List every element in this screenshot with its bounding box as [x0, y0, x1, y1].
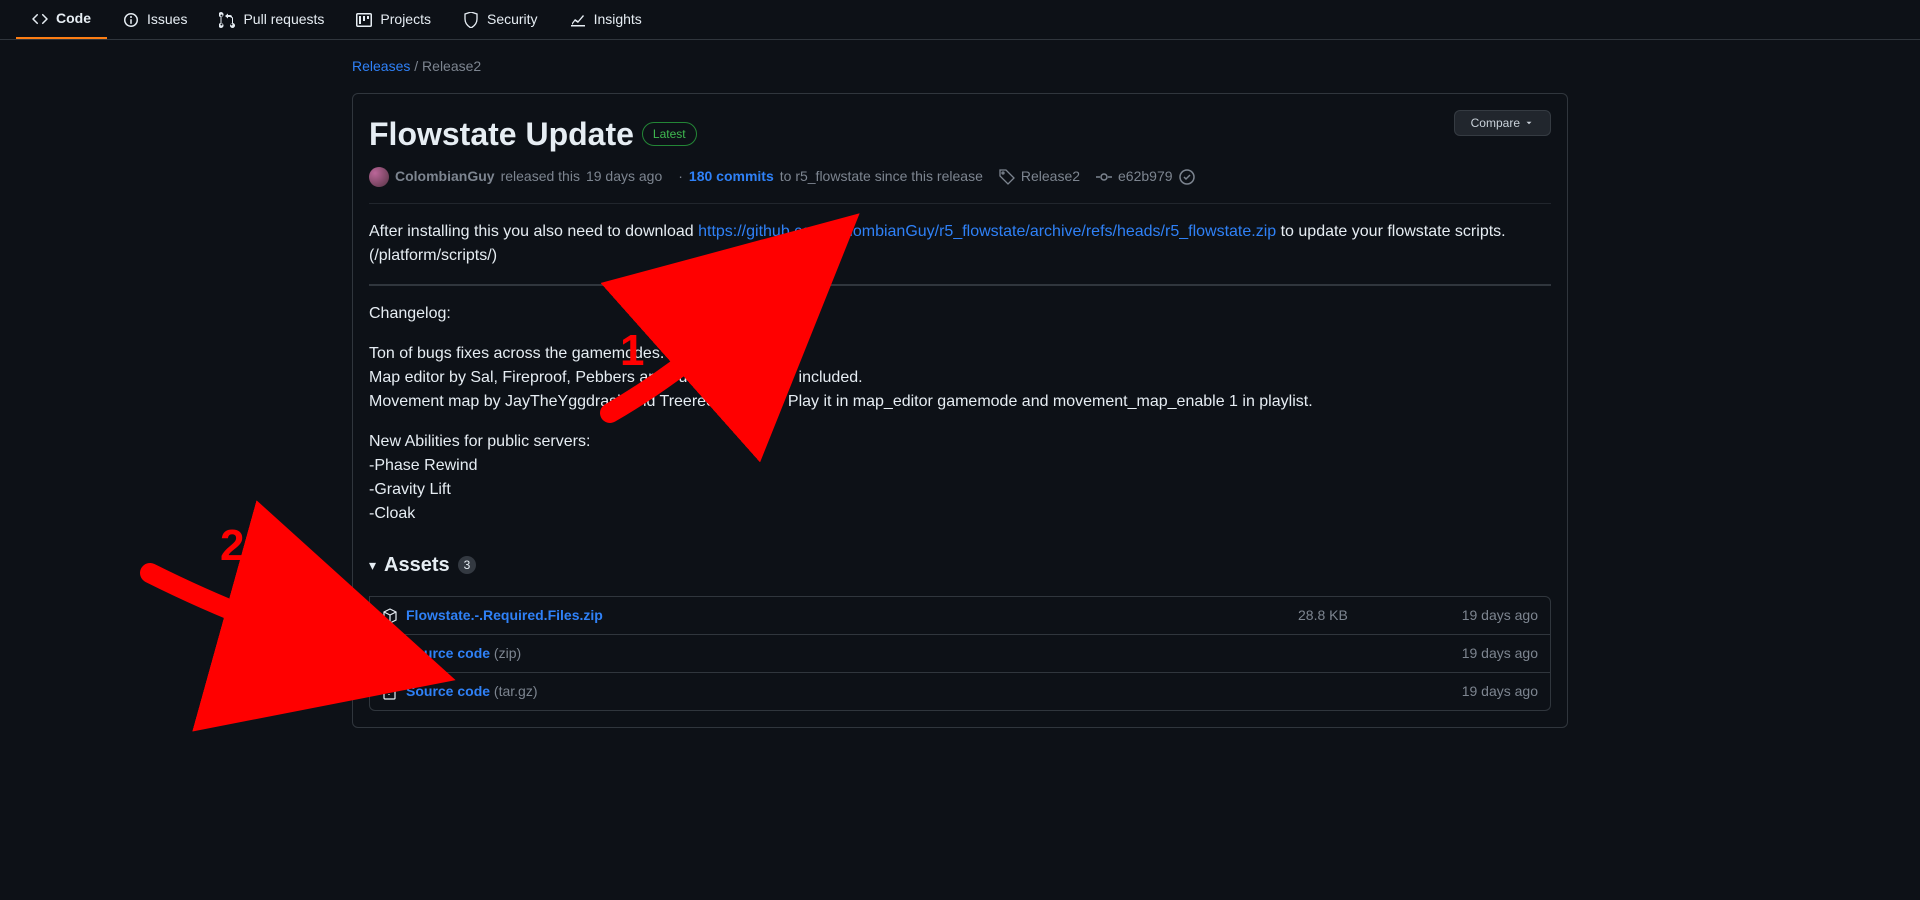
tag-icon	[999, 169, 1015, 185]
file-zip-icon	[382, 684, 398, 700]
changelog-label: Changelog:	[369, 302, 1551, 326]
change-line: Ton of bugs fixes across the gamemodes.	[369, 345, 664, 362]
commit-hash-link[interactable]: e62b979	[1118, 166, 1173, 187]
ability-line: -Phase Rewind	[369, 457, 478, 474]
verified-icon	[1179, 169, 1195, 185]
tab-projects[interactable]: Projects	[340, 0, 447, 39]
breadcrumb-separator: /	[410, 58, 422, 74]
ability-line: -Gravity Lift	[369, 481, 451, 498]
commits-suffix: to r5_flowstate since this release	[780, 166, 983, 187]
tab-label: Code	[56, 8, 91, 29]
asset-item: Flowstate.-.Required.Files.zip 28.8 KB 1…	[369, 596, 1551, 635]
breadcrumb: Releases / Release2	[320, 40, 1600, 93]
intro-link[interactable]: https://github.com/ColombianGuy/r5_flows…	[698, 223, 1276, 240]
latest-badge: Latest	[642, 122, 697, 146]
commit-icon	[1096, 169, 1112, 185]
asset-date: 19 days ago	[1418, 605, 1538, 626]
assets-label: Assets	[384, 550, 450, 580]
divider	[369, 284, 1551, 286]
intro-prefix: After installing this you also need to d…	[369, 223, 698, 240]
released-time: 19 days ago	[586, 166, 662, 187]
abilities-label: New Abilities for public servers:	[369, 433, 590, 450]
package-icon	[382, 608, 398, 624]
release-title: Flowstate Update	[369, 110, 634, 158]
annotation-arrow-2	[130, 553, 370, 673]
tab-label: Security	[487, 9, 538, 30]
tab-insights[interactable]: Insights	[554, 0, 658, 39]
change-line: Movement map by JayTheYggdrasil and Tree…	[369, 393, 1313, 410]
assets-count-badge: 3	[458, 556, 477, 574]
assets-toggle[interactable]: ▾ Assets 3	[369, 550, 1551, 596]
release-body: After installing this you also need to d…	[369, 203, 1551, 526]
asset-date: 19 days ago	[1418, 681, 1538, 702]
asset-size: 28.8 KB	[1298, 605, 1418, 626]
tag-link[interactable]: Release2	[1021, 166, 1080, 187]
asset-item: Source code (tar.gz) 19 days ago	[369, 673, 1551, 711]
tab-label: Pull requests	[243, 9, 324, 30]
intro-paragraph: After installing this you also need to d…	[369, 220, 1551, 268]
asset-link[interactable]: Source code (zip)	[406, 643, 521, 664]
project-icon	[356, 12, 372, 28]
issue-icon	[123, 12, 139, 28]
asset-date: 19 days ago	[1418, 643, 1538, 664]
tab-label: Projects	[380, 9, 431, 30]
changelog-lines: Ton of bugs fixes across the gamemodes. …	[369, 342, 1551, 414]
change-line: Map editor by Sal, Fireproof, Pebbers an…	[369, 369, 863, 386]
abilities-paragraph: New Abilities for public servers: -Phase…	[369, 430, 1551, 526]
tab-label: Issues	[147, 9, 187, 30]
dot-separator: ·	[678, 166, 683, 187]
code-icon	[32, 11, 48, 27]
tab-security[interactable]: Security	[447, 0, 554, 39]
shield-icon	[463, 12, 479, 28]
repo-tabs: Code Issues Pull requests Projects Secur…	[0, 0, 1920, 40]
avatar[interactable]	[369, 167, 389, 187]
asset-list: Flowstate.-.Required.Files.zip 28.8 KB 1…	[369, 596, 1551, 711]
tab-code[interactable]: Code	[16, 0, 107, 39]
tab-label: Insights	[594, 9, 642, 30]
asset-link[interactable]: Source code (tar.gz)	[406, 681, 538, 702]
triangle-down-icon: ▾	[369, 555, 376, 576]
asset-item: Source code (zip) 19 days ago	[369, 635, 1551, 673]
released-text: released this	[501, 166, 580, 187]
commits-link[interactable]: 180 commits	[689, 166, 774, 187]
graph-icon	[570, 12, 586, 28]
triangle-down-icon	[1524, 118, 1534, 128]
release-meta: ColombianGuy released this 19 days ago ·…	[369, 166, 1551, 187]
pr-icon	[219, 12, 235, 28]
ability-line: -Cloak	[369, 505, 415, 522]
compare-button-label: Compare	[1471, 116, 1520, 130]
tab-pull-requests[interactable]: Pull requests	[203, 0, 340, 39]
release-box: Flowstate Update Latest Compare Colombia…	[352, 93, 1568, 728]
file-zip-icon	[382, 646, 398, 662]
author-link[interactable]: ColombianGuy	[395, 166, 495, 187]
annotation-label-2: 2	[220, 513, 244, 579]
asset-link[interactable]: Flowstate.-.Required.Files.zip	[406, 605, 603, 626]
breadcrumb-releases[interactable]: Releases	[352, 58, 410, 74]
tab-issues[interactable]: Issues	[107, 0, 203, 39]
compare-button[interactable]: Compare	[1454, 110, 1551, 136]
breadcrumb-current: Release2	[422, 58, 481, 74]
